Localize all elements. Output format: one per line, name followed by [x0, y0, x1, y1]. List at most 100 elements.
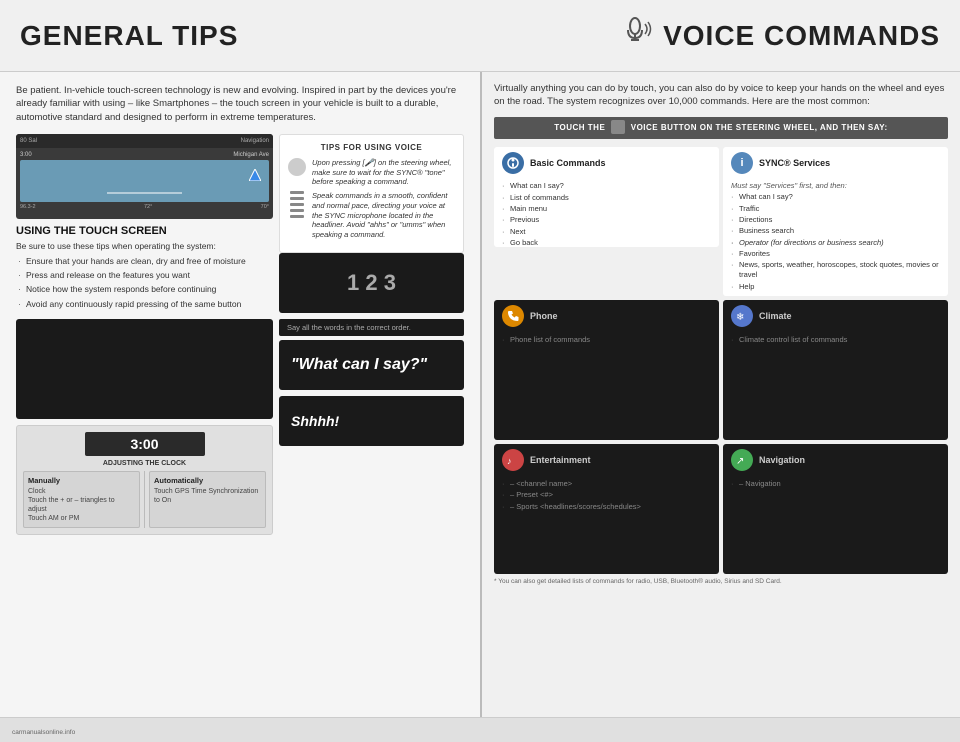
- voice-tips-box: TIPS FOR USING VOICE Upon pressing [🎤] o…: [279, 134, 464, 253]
- mini-touchscreen-display: 80 Sal Navigation 3:00 Michigan Ave: [16, 134, 273, 219]
- command-card-sync: i SYNC® Services Must say "Services" fir…: [723, 147, 948, 297]
- bullet-3: Notice how the system responds before co…: [16, 283, 273, 297]
- sync-cmd-3: Directions: [731, 214, 940, 225]
- left-upper-section: 80 Sal Navigation 3:00 Michigan Ave: [16, 134, 464, 542]
- clock-section: 3:00 ADJUSTING THE CLOCK Manually Clock …: [16, 425, 273, 535]
- auto-text: Touch GPS Time Synchronization to On: [154, 487, 261, 505]
- clock-display: 3:00: [85, 432, 205, 456]
- touchscreen-area: 80 Sal Navigation 3:00 Michigan Ave: [16, 134, 273, 542]
- voice-tips-side: TIPS FOR USING VOICE Upon pressing [🎤] o…: [279, 134, 464, 542]
- mini-radio: 96.3-2: [20, 204, 36, 210]
- touch-the-label: TOUCH THE: [554, 123, 608, 132]
- ent-cmd-3: – Sports <headlines/scores/schedules>: [502, 501, 711, 512]
- entertainment-icon: ♪: [502, 449, 524, 471]
- using-touchscreen-section: USING THE TOUCH SCREEN Be sure to use th…: [16, 225, 273, 311]
- shhhh-section: Shhhh!: [279, 396, 464, 446]
- basic-commands-list: What can I say? List of commands Main me…: [502, 181, 711, 247]
- sync-commands-list: What can I say? Traffic Directions Busin…: [731, 192, 940, 293]
- navigation-commands-list: – Navigation: [731, 478, 940, 489]
- bottom-cards-row-1: Phone Phone list of commands ❄ Clima: [494, 300, 948, 440]
- manually-text1: Clock Touch the + or – triangles to adju…: [28, 487, 135, 523]
- header-right: VOICE COMMANDS: [615, 12, 940, 59]
- voice-button-icon: [611, 120, 625, 134]
- basic-cmd-6: Go back: [502, 237, 711, 246]
- sync-card-body: Must say "Services" first, and then: Wha…: [723, 179, 948, 297]
- bullet-1: Ensure that your hands are clean, dry an…: [16, 255, 273, 269]
- phone-commands-list: Phone list of commands: [502, 334, 711, 345]
- basic-cmd-1: What can I say?: [502, 181, 711, 192]
- voice-footnote: * You can also get detailed lists of com…: [494, 578, 948, 586]
- nav-cmd-1: – Navigation: [731, 478, 940, 489]
- sync-cmd-8: Help: [731, 281, 940, 292]
- bullet-4: Avoid any continuously rapid pressing of…: [16, 297, 273, 311]
- what-can-i-say-text: "What can I say?": [291, 356, 427, 374]
- left-panel: Be patient. In-vehicle touch-screen tech…: [0, 72, 480, 717]
- right-panel: Virtually anything you can do by touch, …: [482, 72, 960, 717]
- navigation-card-body: – Navigation: [723, 476, 948, 491]
- tip-1-text: Upon pressing [🎤] on the steering wheel,…: [312, 158, 455, 187]
- entertainment-commands-list: – <channel name> – Preset <#> – Sports <…: [502, 478, 711, 512]
- climate-commands-list: Climate control list of commands: [731, 334, 940, 345]
- phone-cmd-1: Phone list of commands: [502, 334, 711, 345]
- mini-road: [107, 192, 182, 194]
- clock-label: ADJUSTING THE CLOCK: [23, 460, 266, 467]
- sync-cmd-4: Business search: [731, 226, 940, 237]
- tip-2-text: Speak commands in a smooth, confident an…: [312, 191, 455, 240]
- sync-card-title: SYNC® Services: [759, 158, 830, 168]
- mini-location: Michigan Ave: [233, 152, 269, 158]
- clock-divider: [144, 471, 145, 528]
- ent-cmd-2: – Preset <#>: [502, 489, 711, 500]
- touchscreen-heading: USING THE TOUCH SCREEN: [16, 225, 273, 237]
- sync-cmd-1: What can I say?: [731, 192, 940, 203]
- voice-intro-text: Virtually anything you can do by touch, …: [494, 82, 948, 109]
- mini-temp1: 72°: [144, 204, 152, 210]
- navigation-card-title: Navigation: [759, 455, 805, 465]
- automatically-label: Automatically: [154, 476, 261, 485]
- svg-text:❄: ❄: [736, 312, 744, 322]
- voice-commands-title: VOICE COMMANDS: [663, 20, 940, 52]
- sync-subtext: Must say "Services" first, and then:: [731, 181, 940, 190]
- entertainment-card-header: ♪ Entertainment: [494, 444, 719, 476]
- voice-tip-1: Upon pressing [🎤] on the steering wheel,…: [288, 158, 455, 187]
- entertainment-card-body: – <channel name> – Preset <#> – Sports <…: [494, 476, 719, 514]
- header: GENERAL TIPS VOICE COMMANDS: [0, 0, 960, 72]
- mini-screen-info: 3:00 Michigan Ave: [20, 152, 269, 158]
- what-can-i-say-section: "What can I say?": [279, 340, 464, 390]
- sync-cmd-6: Favorites: [731, 248, 940, 259]
- voice-commands-icon: [615, 12, 655, 59]
- bottom-bar: carmanualsonline.info: [0, 717, 960, 742]
- sync-cmd-7: News, sports, weather, horoscopes, stock…: [731, 260, 940, 281]
- sync-cmd-5: · Operator (for directions or business s…: [731, 237, 940, 248]
- manually-label: Manually: [28, 476, 135, 485]
- shhhh-text: Shhhh!: [291, 413, 339, 429]
- climate-card-header: ❄ Climate: [723, 300, 948, 332]
- phone-icon: [502, 305, 524, 327]
- voice-button-bar: TOUCH THE VOICE BUTTON ON THE STEERING W…: [494, 117, 948, 139]
- mini-map: [20, 160, 269, 202]
- header-left: GENERAL TIPS: [20, 20, 615, 52]
- watermark: carmanualsonline.info: [12, 729, 75, 736]
- page: GENERAL TIPS VOICE COMMANDS Be patient. …: [0, 0, 960, 742]
- command-card-phone: Phone Phone list of commands: [494, 300, 719, 440]
- mini-time: 3:00: [20, 152, 32, 158]
- sync-cmd-2: Traffic: [731, 203, 940, 214]
- bullet-2: Press and release on the features you wa…: [16, 269, 273, 283]
- number-display: 1 2 3: [347, 270, 396, 296]
- command-card-climate: ❄ Climate Climate control list of comman…: [723, 300, 948, 440]
- basic-cmd-4: Previous: [502, 215, 711, 226]
- sync-card-header: i SYNC® Services: [723, 147, 948, 179]
- voice-button-instruction: VOICE BUTTON ON THE STEERING WHEEL, AND …: [631, 123, 888, 132]
- navigation-card-header: ↗ Navigation: [723, 444, 948, 476]
- voice-tips-title: TIPS FOR USING VOICE: [288, 143, 455, 152]
- command-cards-grid: Basic Commands What can I say? List of c…: [494, 147, 948, 297]
- page-title: GENERAL TIPS: [20, 20, 238, 51]
- climate-card-body: Climate control list of commands: [723, 332, 948, 347]
- phone-card-header: Phone: [494, 300, 719, 332]
- general-tips-intro: Be patient. In-vehicle touch-screen tech…: [16, 84, 464, 124]
- navigation-icon: ↗: [731, 449, 753, 471]
- numbers-section: 1 2 3: [279, 253, 464, 313]
- tip-3-text: Say all the words in the correct order.: [279, 319, 464, 336]
- bottom-cards-row-2: ♪ Entertainment – <channel name> – Prese…: [494, 444, 948, 574]
- climate-cmd-1: Climate control list of commands: [731, 334, 940, 345]
- ent-cmd-1: – <channel name>: [502, 478, 711, 489]
